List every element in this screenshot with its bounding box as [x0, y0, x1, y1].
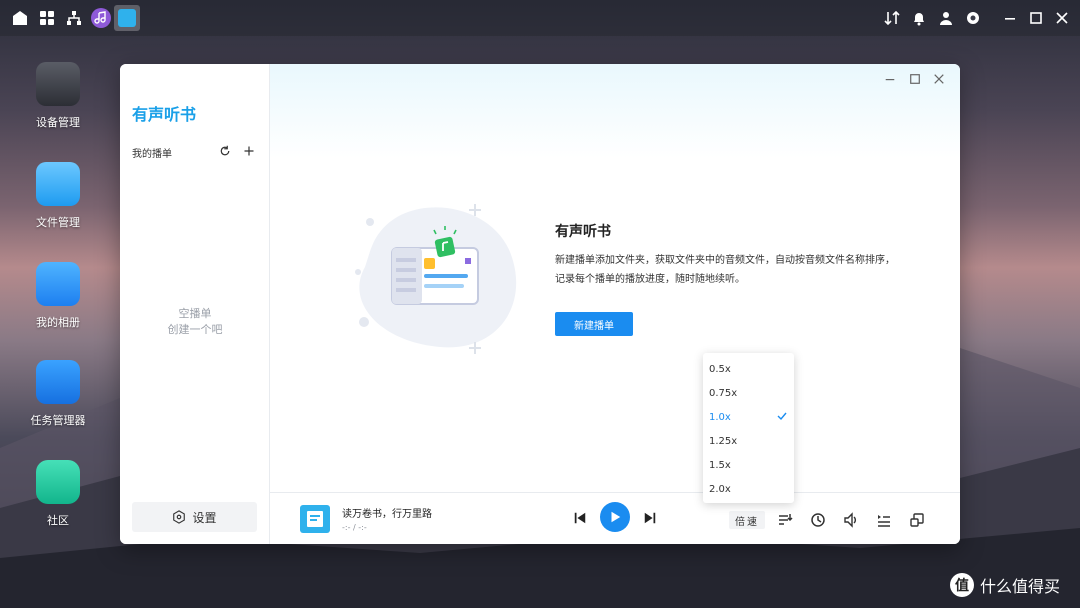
add-playlist-icon[interactable]: [242, 144, 256, 158]
desktop-icon-label: 我的相册: [36, 316, 80, 329]
speed-option[interactable]: 0.5x: [703, 357, 794, 381]
play-icon: [611, 511, 621, 523]
transfer-icon[interactable]: [882, 8, 902, 28]
taskbar: [0, 0, 1080, 36]
maximize-icon[interactable]: [1026, 8, 1046, 28]
audiobook-app-icon[interactable]: [114, 5, 140, 31]
empty-playlist-text: 空播单: [178, 307, 212, 320]
settings-hex-icon: [173, 510, 186, 524]
settings-gear-icon[interactable]: [963, 8, 983, 28]
desktop-icon-task-manager[interactable]: 任务管理器: [22, 360, 94, 428]
watermark-text: 什么值得买: [980, 577, 1061, 596]
hero-title: 有声听书: [555, 224, 611, 240]
minimize-icon[interactable]: [1000, 8, 1020, 28]
speed-option[interactable]: 1.25x: [703, 429, 794, 453]
desktop-icon-file-manager[interactable]: 文件管理: [22, 162, 94, 230]
desktop-icon-community[interactable]: 社区: [22, 460, 94, 528]
photo-album-icon: [36, 262, 80, 306]
nas-device-icon: [36, 62, 80, 106]
music-app-icon[interactable]: [91, 8, 111, 28]
volume-icon[interactable]: [843, 512, 859, 528]
hero-description: 新建播单添加文件夹，获取文件夹中的音频文件，自动按音频文件名称排序，记录每个播单…: [555, 255, 895, 285]
speed-option[interactable]: 2.0x: [703, 477, 794, 501]
desktop-icon-label: 社区: [47, 514, 69, 527]
track-title: 读万卷书，行万里路: [342, 509, 432, 520]
play-button[interactable]: [600, 502, 630, 532]
desktop-icon-label: 任务管理器: [30, 414, 86, 427]
track-cover: [300, 505, 330, 533]
track-time: -:- / -:-: [342, 523, 367, 532]
desktop-icon-photos[interactable]: 我的相册: [22, 262, 94, 330]
my-playlists-label: 我的播单: [132, 149, 172, 160]
speed-option-selected[interactable]: 1.0x: [703, 405, 794, 429]
user-icon[interactable]: [936, 8, 956, 28]
settings-label: 设置: [192, 510, 217, 525]
player-bar: 读万卷书，行万里路 -:- / -:- 倍速: [270, 492, 960, 544]
new-playlist-button[interactable]: 新建播单: [555, 312, 633, 336]
network-icon[interactable]: [64, 8, 84, 28]
desktop-icon-label: 设备管理: [36, 116, 80, 129]
speed-option[interactable]: 1.5x: [703, 453, 794, 477]
previous-track-button[interactable]: [572, 510, 588, 526]
task-chart-icon: [36, 360, 80, 404]
play-queue-icon[interactable]: [876, 512, 892, 528]
apps-grid-icon[interactable]: [37, 8, 57, 28]
desktop-icon-device-manager[interactable]: 设备管理: [22, 62, 94, 130]
speed-option-label: 1.0x: [709, 411, 731, 423]
watermark: 值 什么值得买: [950, 572, 1060, 598]
checkmark-icon: [777, 412, 787, 421]
settings-button[interactable]: 设置: [132, 502, 257, 532]
window-close-icon[interactable]: [932, 72, 946, 86]
speed-menu: 0.5x 0.75x 1.0x 1.25x 1.5x 2.0x: [703, 353, 794, 503]
empty-state-illustration: [355, 204, 517, 354]
skip-previous-icon: [574, 512, 586, 524]
folder-icon: [36, 162, 80, 206]
audiobook-window: 有声听书 我的播单 空播单 创建一个吧 设置 有声听书 新建播单添加文件夹，获取…: [120, 64, 960, 544]
watermark-logo: 值: [950, 573, 974, 597]
timer-clock-icon[interactable]: [810, 512, 826, 528]
community-chat-icon: [36, 460, 80, 504]
mini-player-icon[interactable]: [909, 512, 925, 528]
close-icon[interactable]: [1052, 8, 1072, 28]
sidebar: 有声听书 我的播单 空播单 创建一个吧 设置: [120, 64, 270, 544]
app-title: 有声听书: [132, 105, 197, 124]
main-panel: 有声听书 新建播单添加文件夹，获取文件夹中的音频文件，自动按音频文件名称排序，记…: [270, 64, 960, 492]
desktop-icon-label: 文件管理: [36, 216, 80, 229]
playlist-order-icon[interactable]: [777, 512, 793, 528]
next-track-button[interactable]: [642, 510, 658, 526]
playback-speed-button[interactable]: 倍速: [729, 511, 765, 529]
bell-icon[interactable]: [909, 8, 929, 28]
skip-next-icon: [644, 512, 656, 524]
empty-playlist-hint: 创建一个吧: [167, 323, 223, 336]
window-minimize-icon[interactable]: [883, 72, 897, 86]
refresh-icon[interactable]: [218, 144, 232, 158]
home-icon[interactable]: [10, 8, 30, 28]
window-maximize-icon[interactable]: [908, 72, 922, 86]
speed-option[interactable]: 0.75x: [703, 381, 794, 405]
